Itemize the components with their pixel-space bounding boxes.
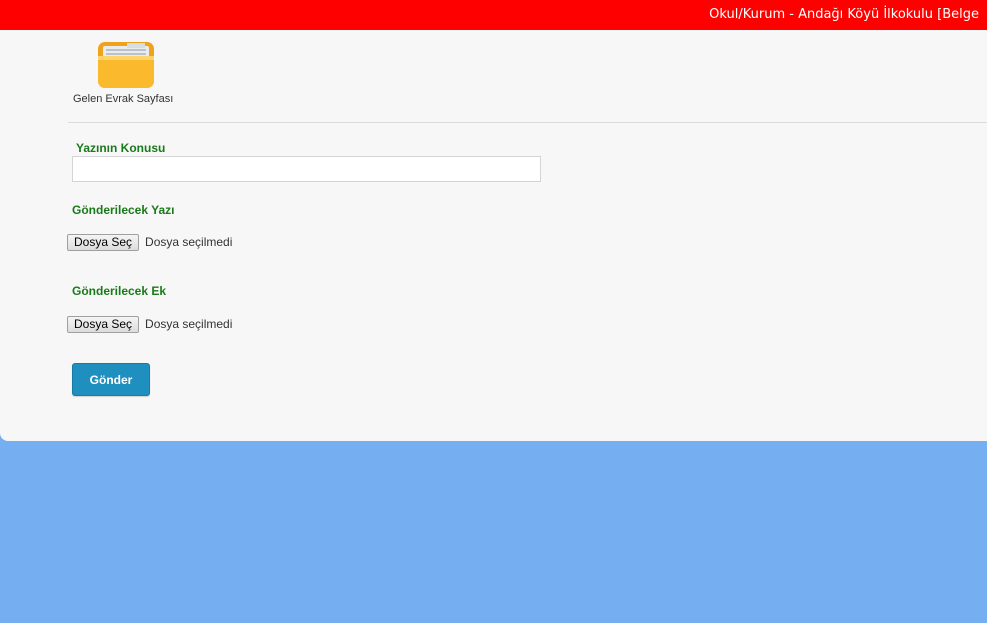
subject-label: Yazının Konusu [76, 141, 166, 155]
attachment-file-picker: Dosya Seç Dosya seçilmedi [67, 315, 232, 333]
document-file-status: Dosya seçilmedi [145, 235, 233, 249]
document-choose-file-button[interactable]: Dosya Seç [67, 233, 140, 251]
top-bar: Okul/Kurum - Andağı Köyü İlkokulu [Belge [0, 0, 987, 30]
folder-icon[interactable] [97, 40, 157, 90]
main-panel: Gelen Evrak Sayfası Yazının Konusu Gönde… [0, 30, 987, 441]
institution-title: Okul/Kurum - Andağı Köyü İlkokulu [Belge [709, 7, 979, 22]
attachment-choose-file-button[interactable]: Dosya Seç [67, 315, 140, 333]
document-label: Gönderilecek Yazı [72, 203, 175, 217]
document-file-picker: Dosya Seç Dosya seçilmedi [67, 233, 232, 251]
subject-input[interactable] [72, 156, 541, 182]
attachment-label: Gönderilecek Ek [72, 284, 167, 298]
divider [68, 122, 987, 123]
incoming-docs-page-link[interactable]: Gelen Evrak Sayfası [73, 93, 173, 105]
attachment-file-status: Dosya seçilmedi [145, 317, 233, 331]
submit-button[interactable]: Gönder [72, 363, 150, 396]
